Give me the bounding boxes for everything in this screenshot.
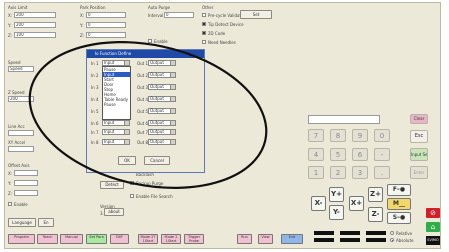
x-plus-button[interactable]: X+: [349, 196, 364, 211]
key-7[interactable]: 7: [308, 129, 324, 142]
tab-run[interactable]: Run: [237, 234, 252, 244]
tab-view[interactable]: View: [258, 234, 273, 244]
tab-dxf[interactable]: DXF: [110, 234, 129, 244]
mode-button[interactable]: M__: [387, 198, 411, 210]
key-6[interactable]: 6: [352, 148, 368, 161]
readout-2: [340, 231, 360, 235]
readout-3: [366, 231, 386, 235]
clear-button[interactable]: Clear: [410, 114, 428, 124]
tab-teach[interactable]: Teach: [37, 234, 58, 244]
x-minus-button[interactable]: X-: [311, 196, 326, 211]
z-minus-button[interactable]: Z-: [368, 207, 383, 222]
z-plus-button[interactable]: Z+: [368, 187, 383, 202]
tab-manual[interactable]: Manual: [60, 234, 83, 244]
key-dot[interactable]: .: [374, 166, 390, 179]
key-2[interactable]: 2: [330, 166, 346, 179]
stop-icon[interactable]: ⊘: [426, 208, 440, 218]
relative-label: Relative: [396, 231, 413, 236]
input-select-button[interactable]: Input Select: [410, 148, 428, 161]
esc-button[interactable]: Esc: [410, 130, 428, 143]
key-4[interactable]: 4: [308, 148, 324, 161]
fast-speed-button[interactable]: F–●: [387, 184, 411, 196]
tab-exit[interactable]: Exit: [281, 234, 303, 244]
readout-1: [314, 231, 334, 235]
key-0[interactable]: 0: [374, 129, 390, 142]
readout-5: [340, 238, 360, 242]
tab-program[interactable]: Program: [8, 234, 35, 244]
key-3[interactable]: 3: [352, 166, 368, 179]
y-minus-button[interactable]: Y-: [329, 205, 344, 220]
key-8[interactable]: 8: [330, 129, 346, 142]
enter-button[interactable]: Enter: [410, 166, 428, 179]
tab-trigger-probe[interactable]: Trigger Probe: [184, 234, 204, 244]
absolute-radio[interactable]: [390, 238, 394, 242]
key-1[interactable]: 1: [308, 166, 324, 179]
key-9[interactable]: 9: [352, 129, 368, 142]
tab-mode-2t[interactable]: Mode 2T 1Start: [138, 234, 158, 244]
readout-6: [366, 238, 386, 242]
readout-4: [314, 238, 334, 242]
tab-mode-2[interactable]: Mode 2 1Start: [161, 234, 181, 244]
home-icon[interactable]: ⌂: [426, 222, 440, 232]
key-minus[interactable]: -: [374, 148, 390, 161]
keypad-display[interactable]: [308, 115, 380, 124]
relative-radio[interactable]: [390, 231, 394, 235]
absolute-label: Absolute: [396, 238, 414, 243]
step-button[interactable]: S–●: [387, 212, 411, 224]
key-5[interactable]: 5: [330, 148, 346, 161]
y-plus-button[interactable]: Y+: [329, 187, 344, 202]
tab-set-para[interactable]: Set Para: [86, 234, 107, 244]
mode-label: SVIMO: [426, 236, 440, 245]
